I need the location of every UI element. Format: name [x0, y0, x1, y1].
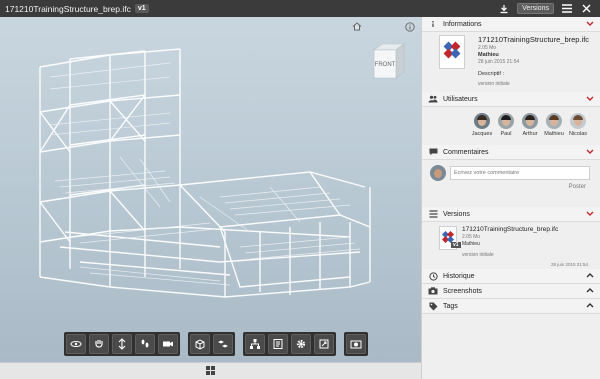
- versions-title: Versions: [443, 210, 470, 218]
- capture-tools: [344, 332, 368, 356]
- versions-header[interactable]: Versions: [422, 207, 600, 222]
- versions-button[interactable]: Versions: [517, 3, 554, 14]
- comment-icon: [428, 147, 438, 157]
- section-box-icon[interactable]: [190, 334, 210, 354]
- file-name: 171210TrainingStructure_brep.ifc: [478, 35, 590, 44]
- navigation-tools: [64, 332, 180, 356]
- fullscreen-icon[interactable]: [314, 334, 334, 354]
- avatar: [522, 113, 538, 129]
- file-author: Mathieu: [478, 52, 499, 58]
- download-icon[interactable]: [498, 3, 510, 15]
- users-icon: [428, 94, 438, 104]
- explode-icon[interactable]: [213, 334, 233, 354]
- chevron-down-icon[interactable]: [586, 21, 594, 28]
- user-item[interactable]: Nicolas: [568, 113, 588, 145]
- list-icon: [428, 209, 438, 219]
- side-panel: Informations 171210TrainingStructure_bre…: [421, 17, 600, 379]
- chevron-down-icon[interactable]: [586, 96, 594, 103]
- chevron-up-icon[interactable]: [586, 302, 594, 310]
- settings-icon[interactable]: [291, 334, 311, 354]
- comments-header[interactable]: Commentaires: [422, 145, 600, 160]
- home-icon[interactable]: [352, 22, 362, 33]
- screenshots-header[interactable]: Screenshots: [422, 284, 600, 299]
- screenshots-title: Screenshots: [443, 287, 482, 295]
- user-item[interactable]: Paul: [496, 113, 516, 145]
- user-name: Nicolas: [568, 131, 588, 137]
- tag-icon: [428, 301, 438, 311]
- user-item[interactable]: Arthur: [520, 113, 540, 145]
- chevron-down-icon[interactable]: [586, 211, 594, 218]
- close-icon[interactable]: [580, 3, 592, 15]
- data-tools: [243, 332, 336, 356]
- ifc-file-icon: [439, 35, 465, 69]
- description-label: Descriptif :: [478, 71, 504, 77]
- historique-header[interactable]: Historique: [422, 269, 600, 284]
- users-title: Utilisateurs: [443, 95, 478, 103]
- tags-title: Tags: [443, 302, 458, 310]
- model-tree-icon[interactable]: [245, 334, 265, 354]
- informations-header[interactable]: Informations: [422, 17, 600, 32]
- post-button[interactable]: Poster: [569, 184, 586, 190]
- chevron-up-icon[interactable]: [586, 287, 594, 295]
- info-icon[interactable]: [405, 22, 415, 34]
- avatar: [498, 113, 514, 129]
- bottom-bar: [0, 362, 421, 379]
- version-author: Mathieu: [462, 241, 480, 247]
- version-description: version initiale: [462, 252, 494, 258]
- user-name: Arthur: [522, 131, 538, 137]
- tags-header[interactable]: Tags: [422, 299, 600, 314]
- file-size: 2.05 Mo: [478, 45, 497, 51]
- historique-title: Historique: [443, 272, 475, 280]
- version-file-name: 171210TrainingStructure_brep.ifc: [462, 226, 559, 233]
- comment-input[interactable]: [450, 166, 590, 180]
- description-value: version initiale: [478, 81, 510, 87]
- versions-body[interactable]: v1 171210TrainingStructure_brep.ifc 2.05…: [422, 222, 600, 269]
- avatar: [430, 165, 446, 181]
- file-title: 171210TrainingStructure_brep.ifc: [5, 3, 131, 14]
- users-header[interactable]: Utilisateurs: [422, 92, 600, 107]
- users-list: Jacques Paul Arthur Mathieu Nicolas: [422, 107, 600, 145]
- walk-icon[interactable]: [135, 334, 155, 354]
- avatar: [546, 113, 562, 129]
- comments-title: Commentaires: [443, 148, 489, 156]
- user-item[interactable]: Jacques: [472, 113, 492, 145]
- version-date: 28 juin 2015 21:54: [550, 262, 588, 267]
- version-badge: v1: [451, 242, 461, 248]
- version-size: 2.05 Mo: [462, 234, 481, 240]
- informations-title: Informations: [443, 20, 482, 28]
- chevron-down-icon[interactable]: [586, 149, 594, 156]
- camera-icon[interactable]: [158, 334, 178, 354]
- avatar: [474, 113, 490, 129]
- model-tools: [188, 332, 235, 356]
- informations-body: 171210TrainingStructure_brep.ifc 2.05 Mo…: [422, 32, 600, 92]
- screenshot-icon[interactable]: [346, 334, 366, 354]
- user-name: Mathieu: [544, 131, 564, 137]
- zoom-icon[interactable]: [112, 334, 132, 354]
- viewer-3d[interactable]: FRONT: [0, 17, 421, 362]
- info-circle-icon: [428, 19, 438, 29]
- chevron-up-icon[interactable]: [586, 272, 594, 280]
- comments-body: Poster: [422, 160, 600, 207]
- grid-icon[interactable]: [206, 365, 215, 377]
- version-badge[interactable]: v1: [134, 4, 149, 13]
- menu-icon[interactable]: [561, 3, 573, 15]
- file-date: 28 juin 2015 21:54: [478, 59, 520, 65]
- user-name: Jacques: [471, 131, 493, 137]
- pan-hand-icon[interactable]: [89, 334, 109, 354]
- camera-icon: [428, 286, 438, 296]
- history-icon: [428, 271, 438, 281]
- user-item[interactable]: Mathieu: [544, 113, 564, 145]
- properties-icon[interactable]: [268, 334, 288, 354]
- top-bar: 171210TrainingStructure_brep.ifc v1 Vers…: [0, 0, 600, 17]
- avatar: [570, 113, 586, 129]
- structure-model[interactable]: [20, 37, 380, 322]
- user-name: Paul: [500, 131, 512, 137]
- viewer-toolbar: [64, 332, 368, 356]
- orbit-icon[interactable]: [66, 334, 86, 354]
